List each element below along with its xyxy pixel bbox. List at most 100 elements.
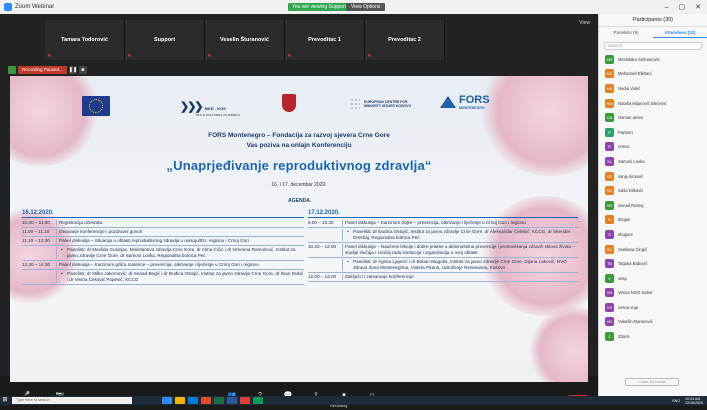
eu-flag-logo bbox=[82, 96, 110, 116]
security-shield-icon[interactable] bbox=[8, 66, 16, 74]
agenda-text: Panel diskusija – Naučene lekcije i dobr… bbox=[342, 244, 578, 256]
attendee-list-item[interactable]: TB Tatjana Babović bbox=[599, 256, 707, 271]
attendee-list-item[interactable]: SS sanja simović bbox=[599, 169, 707, 184]
attendee-list-item[interactable]: VS vesna vuja bbox=[599, 300, 707, 315]
mke-kos-logo: ❯❯❯ MKE - KOS MULTI-KULTURNA ZAJEDNICA bbox=[180, 100, 240, 117]
agenda-time: 9.00 – 10.30 bbox=[308, 220, 334, 225]
window-controls: – ▢ ✕ bbox=[665, 0, 701, 14]
gallery-view-button[interactable]: View bbox=[579, 20, 590, 26]
muted-mic-icon: ✕ bbox=[207, 53, 212, 59]
slide-dates: 16. i 17. decembar 2020. bbox=[271, 182, 327, 188]
chrome-taskbar-icon[interactable] bbox=[240, 397, 250, 404]
edge-taskbar-icon[interactable] bbox=[188, 397, 198, 404]
sponsor-logos: ❯❯❯ MKE - KOS MULTI-KULTURNA ZAJEDNICA EUR… bbox=[10, 84, 588, 124]
attendee-name: shqipe bbox=[618, 217, 631, 223]
windows-icon[interactable]: ⊞ bbox=[0, 396, 10, 405]
attendee-name: Svetlana Cingić bbox=[618, 246, 648, 252]
video-thumbnail[interactable]: Tamara Todorović ✕ bbox=[45, 20, 125, 60]
attendee-list-item[interactable]: Sshqipe bbox=[599, 213, 707, 228]
muted-mic-icon: ✕ bbox=[47, 53, 52, 59]
taskbar-apps bbox=[162, 397, 263, 404]
attendee-list-item[interactable]: Vvesp bbox=[599, 271, 707, 286]
agenda-row: 11.10 – 12.30 Panel diskusija – Situacija… bbox=[22, 237, 304, 246]
video-thumbnail[interactable]: Support ✕ bbox=[125, 20, 205, 60]
thumbnail-name: Support bbox=[153, 37, 176, 43]
avatar: SR bbox=[605, 200, 614, 210]
clock-date: 12/16/2020 bbox=[685, 400, 703, 405]
language-indicator[interactable]: ENG bbox=[672, 399, 680, 403]
attendee-list-item[interactable]: SC Svetlana Cingić bbox=[599, 242, 707, 257]
attendee-list-item[interactable]: Z Zdoris bbox=[599, 329, 707, 344]
word-taskbar-icon[interactable] bbox=[227, 397, 237, 404]
agenda-panelists-row: Panelisti: dr Mevlida Gusinjac, Ministar… bbox=[22, 246, 304, 261]
agenda-row: 12.00 – 13.00 Zaključci i zatvaranje konf… bbox=[308, 273, 578, 282]
taskbar-search-input[interactable]: Type here to search bbox=[12, 397, 132, 404]
avatar: VS bbox=[605, 302, 614, 312]
agenda-time: 10.30 – 11.00 bbox=[22, 220, 50, 225]
attendee-list-item[interactable]: ME Mohamed Elkhani bbox=[599, 67, 707, 82]
video-thumbnail[interactable]: Prevoditac 2 ✕ bbox=[365, 20, 445, 60]
attendee-list-item[interactable]: SL Samoni Lovka bbox=[599, 154, 707, 169]
folder-taskbar-icon[interactable] bbox=[175, 397, 185, 404]
attendee-list-item[interactable]: OA Osman amen bbox=[599, 110, 707, 125]
app-taskbar-icon[interactable] bbox=[253, 397, 263, 404]
attendee-name: Osman amen bbox=[618, 115, 644, 121]
participants-tabs: Panelists (8) Attendees (22) bbox=[599, 27, 707, 38]
avatar: S bbox=[605, 229, 614, 239]
agenda-time: 12.00 – 13.00 bbox=[308, 274, 337, 279]
attendee-list-item[interactable]: VN Vesna NGO Sabor bbox=[599, 286, 707, 301]
slide-title: „Unaprjeđivanje reproduktivnog zdravlja“ bbox=[166, 158, 432, 173]
agenda-text: Panelisti: dr Agima Ljajević i dr Boban … bbox=[342, 259, 578, 271]
agenda-time: 10.30 – 12.00 bbox=[308, 244, 337, 249]
video-thumbnail-strip: Tamara Todorović ✕ Support ✕ Veselin Štura… bbox=[0, 20, 598, 60]
agenda-time: 12.30 – 14.30 bbox=[22, 262, 51, 267]
maximize-button[interactable]: ▢ bbox=[679, 3, 686, 11]
agenda-row: 10.30 – 11.00 Registracija učesnika bbox=[22, 219, 304, 228]
avatar: SC bbox=[605, 244, 614, 254]
agenda-time bbox=[22, 247, 56, 259]
thumbnail-name: Veselin Šturanović bbox=[220, 37, 269, 43]
tab-panelists[interactable]: Panelists (8) bbox=[599, 27, 653, 38]
attendee-list-item[interactable]: NM Nataša Mijanović Blečević bbox=[599, 96, 707, 111]
video-thumbnail[interactable]: Prevoditac 1 ✕ bbox=[285, 20, 365, 60]
lower-all-hands-button[interactable]: Lower All Hands bbox=[625, 378, 679, 386]
stop-recording-icon[interactable]: ■ bbox=[78, 66, 87, 74]
attendee-list-item[interactable]: MS Mevlidaka Selmanovic bbox=[599, 52, 707, 67]
avatar: NM bbox=[605, 98, 614, 108]
avatar: TB bbox=[605, 259, 614, 269]
attendee-list-item[interactable]: NV Nadia Vukić bbox=[599, 81, 707, 96]
attendee-list-item[interactable]: P Partneri bbox=[599, 125, 707, 140]
avatar: Z bbox=[605, 332, 614, 342]
excel-taskbar-icon[interactable] bbox=[214, 397, 224, 404]
agenda-day-2: 17.12.2020. 9.00 – 10.30 Panel diskusija … bbox=[308, 210, 578, 282]
agenda-text: Panel diskusija – Karcinom grlića materi… bbox=[56, 262, 304, 268]
agenda-time bbox=[308, 229, 342, 241]
agenda-time bbox=[22, 271, 56, 283]
close-button[interactable]: ✕ bbox=[695, 3, 701, 11]
clock[interactable]: 10:04 AM 12/16/2020 bbox=[685, 397, 703, 405]
zoom-taskbar-icon[interactable] bbox=[162, 397, 172, 404]
agenda-text: Otvaranje konferencije i pozdravni govor… bbox=[56, 229, 304, 235]
minimize-button[interactable]: – bbox=[665, 4, 669, 11]
agenda-day-1: 16.12.2020. 10.30 – 11.00 Registracija uč… bbox=[22, 210, 304, 285]
agenda-panelists-row: Panelisti: dr Milko Jakomović, dr Senad … bbox=[22, 270, 304, 285]
participant-search-input[interactable]: Search bbox=[604, 42, 702, 50]
system-tray: ENG 10:04 AM 12/16/2020 bbox=[672, 396, 703, 405]
pause-icon[interactable]: ❚❚ bbox=[68, 66, 77, 74]
attendee-name: Nataša Mijanović Blečević bbox=[618, 100, 667, 106]
agenda-row: 9.00 – 10.30 Panel diskusija – Karcinom d… bbox=[308, 219, 578, 228]
avatar: R bbox=[605, 142, 614, 152]
tab-attendees[interactable]: Attendees (22) bbox=[653, 27, 707, 38]
thumbnail-name: Prevoditac 2 bbox=[388, 37, 421, 43]
attendee-name: Partneri bbox=[618, 129, 633, 135]
attendee-list-item[interactable]: SG Saša Gilković bbox=[599, 183, 707, 198]
view-options-button[interactable]: View Options bbox=[346, 3, 386, 11]
video-thumbnail[interactable]: Veselin Šturanović ✕ bbox=[205, 20, 285, 60]
attendee-list-item[interactable]: SR Senad Ramaj bbox=[599, 198, 707, 213]
attendee-list-item[interactable]: Rremuc bbox=[599, 140, 707, 155]
attendee-list-item[interactable]: VD Vukašin Đuranović bbox=[599, 315, 707, 330]
avatar: P bbox=[605, 127, 614, 137]
attendee-name: Samoni Lovka bbox=[618, 158, 645, 164]
attendee-list-item[interactable]: Sshqipe2 bbox=[599, 227, 707, 242]
powerpoint-taskbar-icon[interactable] bbox=[201, 397, 211, 404]
